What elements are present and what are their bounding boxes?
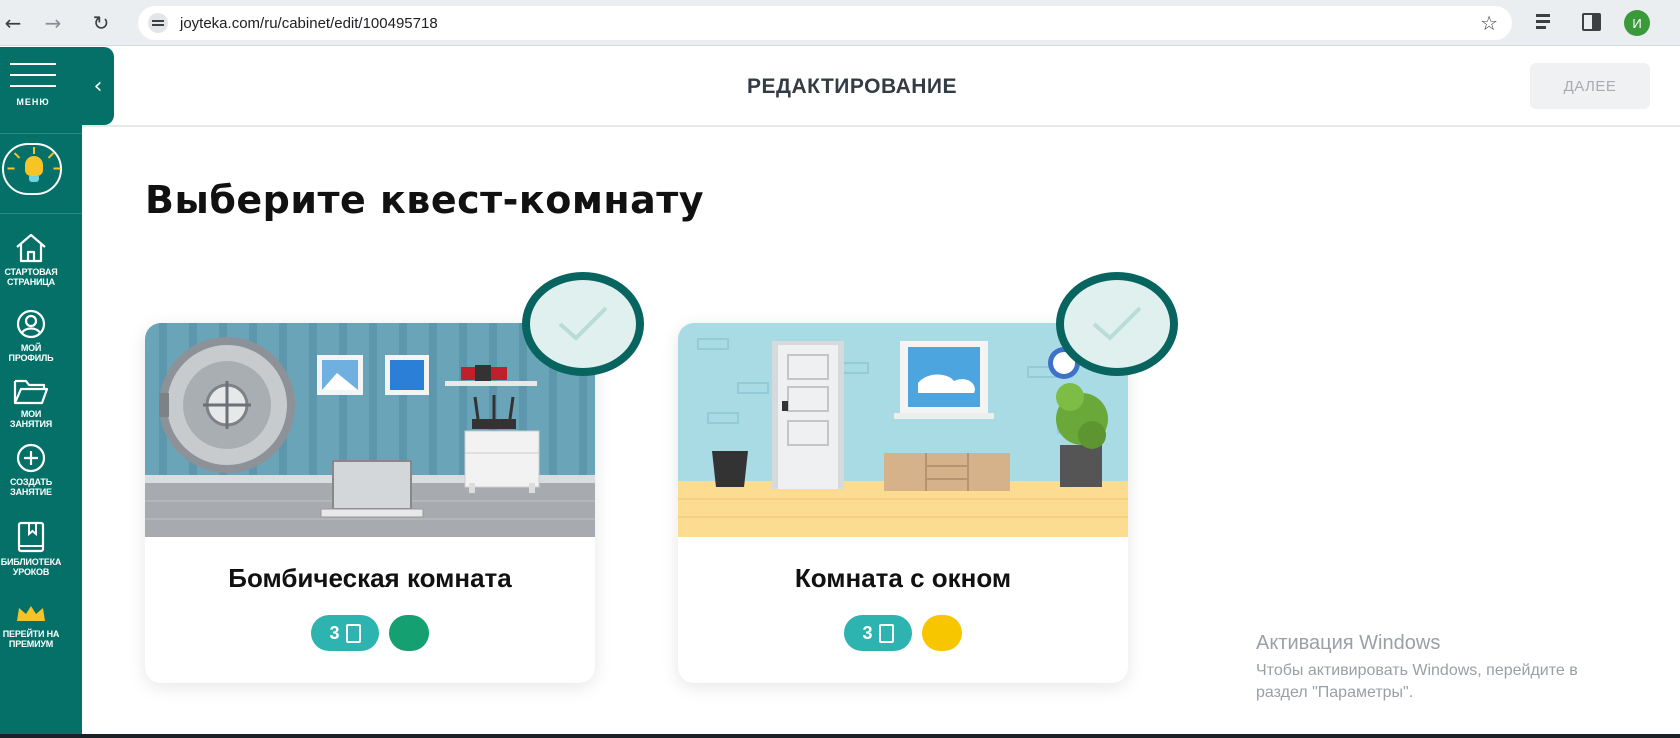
sidebar: МЕНЮ СТАРТОВАЯ СТРАНИЦА МОЙ ПРОФИЛЬ МОИ З… xyxy=(0,47,82,738)
room-color-dot xyxy=(922,615,962,651)
document-icon xyxy=(345,623,361,643)
bookmark-star-icon[interactable]: ☆ xyxy=(1480,11,1498,35)
room-title: Бомбическая комната xyxy=(228,563,512,593)
document-icon xyxy=(878,623,894,643)
task-count: 3 xyxy=(329,622,340,643)
bomb-room-image xyxy=(145,323,595,537)
divider xyxy=(0,133,82,134)
reload-icon[interactable]: ↻ xyxy=(88,10,114,36)
room-card-bomb[interactable]: Бомбическая комната 3 xyxy=(145,323,595,683)
sidebar-item-premium[interactable]: ПЕРЕЙТИ НА ПРЕМИУМ xyxy=(0,603,62,649)
section-heading: Выберите квест-комнату xyxy=(145,178,705,222)
select-room-check[interactable] xyxy=(522,272,644,376)
url-text[interactable]: joyteka.com/ru/cabinet/edit/100495718 xyxy=(180,15,438,32)
task-count-badge: 3 xyxy=(311,615,379,651)
browser-toolbar: ← → ↻ joyteka.com/ru/cabinet/edit/100495… xyxy=(0,0,1680,46)
menu-button[interactable]: МЕНЮ xyxy=(0,57,66,109)
plus-circle-icon xyxy=(16,443,46,473)
page-title: РЕДАКТИРОВАНИЕ xyxy=(746,75,958,98)
checkmark-icon xyxy=(1092,306,1142,341)
sidebar-item-create[interactable]: СОЗДАТЬ ЗАНЯТИЕ xyxy=(0,443,62,497)
back-arrow-icon[interactable]: ← xyxy=(0,10,26,36)
page-header: РЕДАКТИРОВАНИЕ ДАЛЕЕ xyxy=(82,47,1680,127)
user-icon xyxy=(16,309,46,339)
forward-arrow-icon[interactable]: → xyxy=(40,10,66,36)
select-room-check[interactable] xyxy=(1056,272,1178,376)
activation-watermark-text: Чтобы активировать Windows, перейдите в … xyxy=(1256,662,1578,701)
next-button[interactable]: ДАЛЕЕ xyxy=(1530,63,1650,109)
room-color-dot xyxy=(389,615,429,651)
window-room-image xyxy=(678,323,1128,537)
sidebar-item-profile[interactable]: МОЙ ПРОФИЛЬ xyxy=(0,309,62,363)
room-card-window[interactable]: Комната с окном 3 xyxy=(678,323,1128,683)
checkmark-icon xyxy=(558,306,608,341)
hamburger-icon xyxy=(10,63,56,65)
room-title: Комната с окном xyxy=(794,563,1012,593)
folder-icon xyxy=(13,379,49,405)
book-icon xyxy=(17,521,45,553)
address-bar[interactable]: joyteka.com/ru/cabinet/edit/100495718 ☆ xyxy=(138,6,1512,40)
activation-watermark-title: Активация Windows xyxy=(1256,632,1441,654)
sidebar-item-home[interactable]: СТАРТОВАЯ СТРАНИЦА xyxy=(0,233,62,287)
task-count-badge: 3 xyxy=(844,615,912,651)
media-control-icon[interactable] xyxy=(1536,12,1558,32)
home-icon xyxy=(16,233,46,263)
site-settings-icon[interactable] xyxy=(148,13,168,33)
sidebar-item-lessons[interactable]: МОИ ЗАНЯТИЯ xyxy=(0,377,62,429)
menu-label: МЕНЮ xyxy=(16,97,50,107)
sidebar-item-library[interactable]: БИБЛИОТЕКА УРОКОВ xyxy=(0,521,62,577)
taskbar-edge xyxy=(0,734,1680,738)
crown-icon xyxy=(17,606,45,621)
lightbulb-logo-icon[interactable] xyxy=(2,143,62,195)
task-count: 3 xyxy=(862,622,873,643)
profile-avatar[interactable]: И xyxy=(1624,10,1650,36)
side-panel-icon[interactable] xyxy=(1582,13,1601,31)
